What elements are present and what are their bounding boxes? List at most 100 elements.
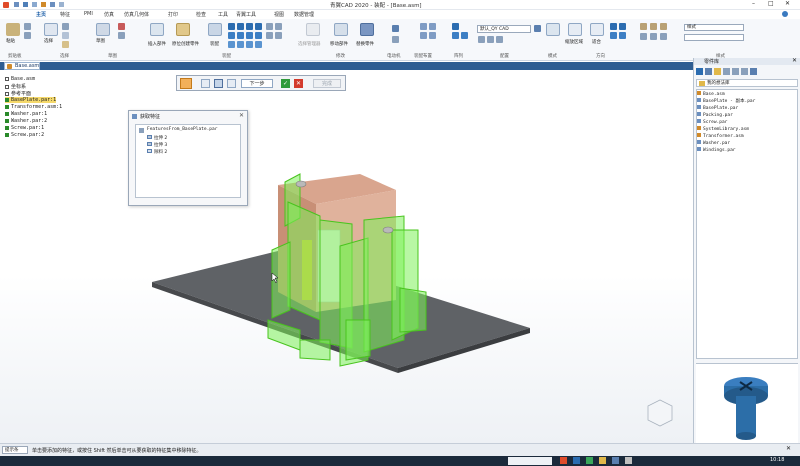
menu-print[interactable]: 打印: [168, 11, 178, 18]
step-icon-3[interactable]: [214, 79, 223, 88]
relation-3-icon[interactable]: [266, 32, 273, 39]
library-file-row[interactable]: SystemLibrary.asm: [697, 126, 749, 132]
search-box[interactable]: [508, 457, 552, 465]
pattern-1-icon[interactable]: [452, 23, 459, 30]
library-file-row[interactable]: Washer.par: [697, 140, 730, 146]
config-2-icon[interactable]: [487, 36, 494, 43]
tree-checkbox[interactable]: [5, 132, 9, 137]
style-cube-2-icon[interactable]: [650, 23, 657, 30]
style-dropdown-2[interactable]: [684, 34, 744, 41]
feature-item[interactable]: 拉伸 2: [147, 135, 167, 141]
menu-sim-geometry[interactable]: 仿真几何体: [124, 11, 149, 18]
arc-icon[interactable]: [118, 32, 125, 39]
insert-component-icon[interactable]: [150, 23, 164, 36]
pattern-3-icon[interactable]: [461, 32, 468, 39]
feature-item[interactable]: 拉伸 3: [147, 142, 167, 148]
prompt-tab[interactable]: 提示条: [2, 446, 28, 454]
close-button[interactable]: ✕: [785, 0, 790, 7]
tree-checkbox[interactable]: [5, 84, 9, 89]
view-3-icon[interactable]: [610, 32, 617, 39]
menu-simulation[interactable]: 仿真: [104, 11, 114, 18]
view-2-icon[interactable]: [619, 23, 626, 30]
select-arrow-icon[interactable]: [44, 23, 58, 36]
screw-1[interactable]: [295, 180, 307, 188]
tree-checkbox[interactable]: [5, 118, 9, 123]
view-cube[interactable]: [647, 399, 673, 427]
style-cube-6-icon[interactable]: [660, 33, 667, 40]
dialog-close-button[interactable]: ✕: [239, 112, 244, 119]
library-file-row[interactable]: Screw.par: [697, 119, 727, 125]
pattern-2-icon[interactable]: [452, 32, 459, 39]
relation-2-icon[interactable]: [275, 23, 282, 30]
menu-qy-tools[interactable]: 青翼工具: [236, 11, 256, 18]
config-save-icon[interactable]: [534, 25, 541, 32]
app-icon[interactable]: [560, 457, 567, 464]
folder-up-icon[interactable]: [714, 68, 721, 75]
minimize-button[interactable]: –: [752, 0, 755, 7]
tree-checkbox[interactable]: [5, 125, 9, 130]
library-file-row[interactable]: Packing.par: [697, 112, 733, 118]
constraint-12-icon[interactable]: [255, 41, 262, 48]
app-icon[interactable]: [573, 457, 580, 464]
menu-pmi[interactable]: PMI: [84, 11, 93, 17]
move-component-icon[interactable]: [334, 23, 348, 36]
tree-row[interactable]: Washer.par:2: [5, 118, 47, 124]
accept-button[interactable]: ✓: [281, 79, 290, 88]
menu-data-management[interactable]: 数据管理: [294, 11, 314, 18]
graphics-viewport[interactable]: 下一步 ✓ ✕ 完成 Base.asm 坐标系 参考平面 BasePlate.p…: [0, 70, 693, 443]
tree-checkbox[interactable]: [5, 91, 9, 96]
tree-checkbox[interactable]: [5, 104, 9, 109]
relation-1-icon[interactable]: [266, 23, 273, 30]
cut-icon[interactable]: [24, 23, 31, 30]
tree-row[interactable]: Transformer.asm:1: [5, 104, 62, 110]
tree-row[interactable]: 参考平面: [5, 90, 31, 97]
menu-tools[interactable]: 工具: [218, 11, 228, 18]
constraint-6-icon[interactable]: [237, 32, 244, 39]
line-icon[interactable]: [118, 23, 125, 30]
quick-access-toolbar[interactable]: [14, 2, 104, 8]
library-file-row[interactable]: Transformer.asm: [697, 133, 744, 139]
motor-icon[interactable]: [392, 25, 399, 32]
screw-2[interactable]: [382, 226, 394, 234]
back-icon[interactable]: [696, 68, 703, 75]
library-file-row[interactable]: Windings.par: [697, 147, 736, 153]
sketch-icon[interactable]: [96, 23, 110, 36]
replace-component-icon[interactable]: [360, 23, 374, 36]
feature-step-icon[interactable]: [180, 78, 192, 89]
tree-row[interactable]: Washer.par:1: [5, 111, 47, 117]
constraint-5-icon[interactable]: [228, 32, 235, 39]
style-cube-3-icon[interactable]: [660, 23, 667, 30]
tree-checkbox[interactable]: [5, 111, 9, 116]
filter-icon[interactable]: [741, 68, 748, 75]
cancel-button[interactable]: ✕: [294, 79, 303, 88]
menu-features[interactable]: 特征: [60, 11, 70, 18]
place-create-icon[interactable]: [176, 23, 190, 36]
paste-icon[interactable]: [6, 23, 20, 36]
zoom-area-icon[interactable]: [568, 23, 582, 36]
finish-button[interactable]: 完成: [313, 79, 341, 88]
assembly-icon[interactable]: [208, 23, 222, 36]
next-button[interactable]: 下一步: [241, 79, 273, 88]
view-list-icon[interactable]: [723, 68, 730, 75]
style-cube-1-icon[interactable]: [640, 23, 647, 30]
select-filter-icon[interactable]: [62, 23, 69, 30]
constraint-3-icon[interactable]: [246, 23, 253, 30]
config-3-icon[interactable]: [496, 36, 503, 43]
app-icon[interactable]: [612, 457, 619, 464]
help-icon[interactable]: [782, 11, 788, 17]
library-folder[interactable]: 我的想法库: [696, 79, 798, 87]
constraint-9-icon[interactable]: [228, 41, 235, 48]
style-dropdown[interactable]: 样式: [684, 24, 744, 31]
view-4-icon[interactable]: [619, 32, 626, 39]
constraint-4-icon[interactable]: [255, 23, 262, 30]
fit-icon[interactable]: [590, 23, 604, 36]
layout-3-icon[interactable]: [420, 32, 427, 39]
config-dropdown[interactable]: 默认_QY CAD: [477, 25, 531, 33]
constraint-11-icon[interactable]: [246, 41, 253, 48]
constraint-8-icon[interactable]: [255, 32, 262, 39]
tree-row[interactable]: 坐标系: [5, 83, 26, 90]
style-cube-5-icon[interactable]: [650, 33, 657, 40]
tree-checkbox[interactable]: [5, 97, 9, 102]
library-file-row[interactable]: BasePlate - 副本.par: [697, 98, 755, 104]
constraint-10-icon[interactable]: [237, 41, 244, 48]
